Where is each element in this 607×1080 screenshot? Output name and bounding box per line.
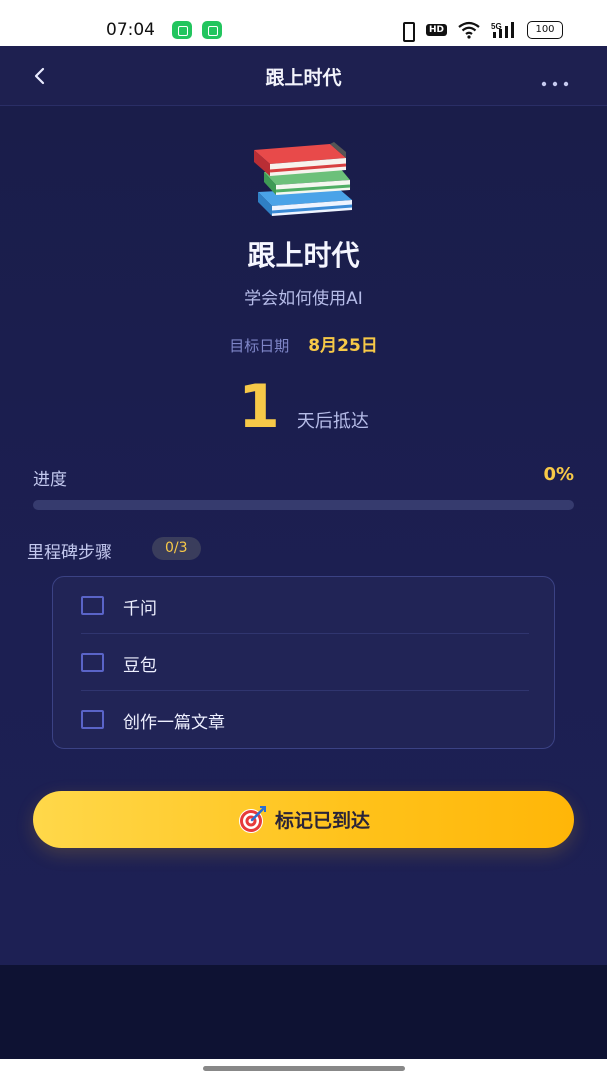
milestones-label: 里程碑步骤 (27, 543, 112, 563)
status-time: 07:04 (106, 20, 155, 40)
goal-title: 跟上时代 (247, 239, 360, 272)
hd-badge: HD (425, 24, 447, 36)
goal-subtitle: 学会如何使用AI (244, 289, 363, 309)
days-left-unit: 天后抵达 (296, 411, 369, 432)
milestone-step[interactable]: 创作一篇文章 (81, 691, 529, 748)
bottom-area (0, 965, 607, 1059)
milestone-step[interactable]: 千问 (81, 577, 529, 634)
step-checkbox[interactable] (81, 596, 104, 615)
target-date-label: 目标日期 (229, 337, 290, 355)
more-options-icon[interactable] (541, 72, 569, 87)
step-label: 豆包 (123, 656, 157, 676)
milestones-count-badge: 0/3 (152, 537, 201, 560)
target-icon (237, 805, 267, 835)
progress-percent: 0% (543, 464, 574, 485)
app-bar: 跟上时代 (0, 46, 607, 106)
step-label: 创作一篇文章 (123, 713, 225, 733)
target-date-value: 8月25日 (308, 336, 378, 356)
page-title: 跟上时代 (265, 67, 342, 89)
status-icons: HD 5G 100 (398, 20, 563, 42)
target-date-row: 目标日期 8月25日 (0, 331, 607, 356)
days-left-number: 1 (238, 372, 280, 442)
gesture-bar (0, 1059, 607, 1080)
step-checkbox[interactable] (81, 710, 104, 729)
app-notification-icon (202, 21, 222, 39)
step-label: 千问 (123, 599, 157, 619)
vibrate-icon (398, 21, 416, 42)
progress-label: 进度 (33, 470, 67, 490)
countdown: 1 天后抵达 (0, 372, 607, 442)
mark-arrived-button[interactable]: 标记已到达 (33, 791, 574, 848)
home-indicator[interactable] (203, 1066, 405, 1071)
milestone-step[interactable]: 豆包 (81, 634, 529, 691)
signal-icon: 5G (491, 21, 517, 39)
step-checkbox[interactable] (81, 653, 104, 672)
milestone-steps-card: 千问 豆包 创作一篇文章 (52, 576, 555, 749)
wifi-icon (457, 21, 481, 39)
battery-indicator: 100 (527, 21, 563, 39)
books-icon (250, 138, 358, 226)
progress-bar (33, 500, 574, 510)
screen: 07:04 HD 5G 100 跟上时代 跟上时代 学会如何使用AI 目标日期 … (0, 0, 607, 1080)
wechat-notification-icon (172, 21, 192, 39)
status-bar: 07:04 HD 5G 100 (0, 0, 607, 46)
mark-arrived-label: 标记已到达 (274, 810, 370, 832)
